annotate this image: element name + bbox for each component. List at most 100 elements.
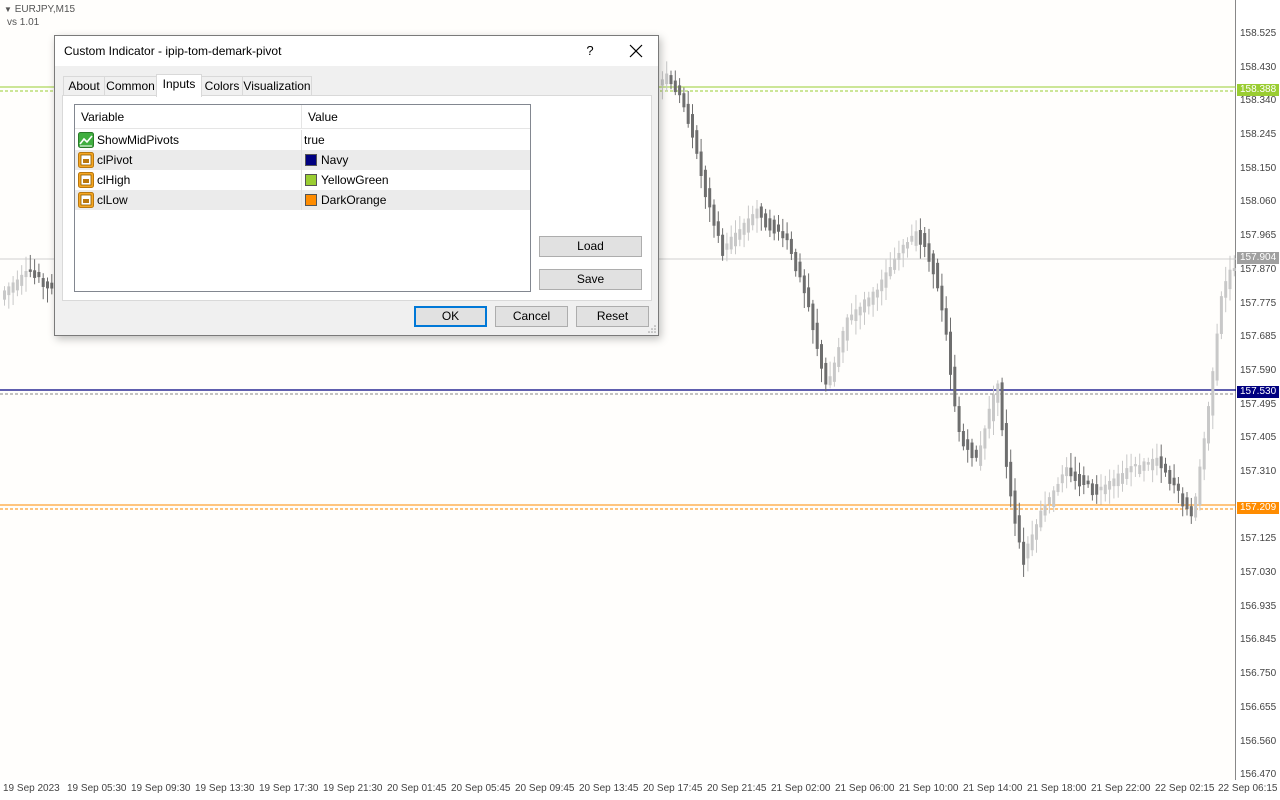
candle-body xyxy=(28,269,32,272)
price-tick-label: 158.245 xyxy=(1240,129,1277,140)
candle-body xyxy=(1133,464,1137,467)
candle-body xyxy=(20,274,24,286)
candle-body xyxy=(785,233,789,241)
candle-body xyxy=(33,270,37,278)
time-tick-label: 22 Sep 02:15 xyxy=(1155,783,1215,794)
candle-body xyxy=(918,229,922,245)
time-tick-label: 21 Sep 18:00 xyxy=(1027,783,1087,794)
price-level-tag: 158.388 xyxy=(1237,84,1279,96)
grid-row-clhigh[interactable]: clHigh YellowGreen xyxy=(75,170,530,190)
candle-body xyxy=(884,272,888,288)
candle-body xyxy=(1090,483,1094,496)
variable-value[interactable]: YellowGreen xyxy=(321,170,389,190)
candle-body xyxy=(686,103,690,124)
cancel-button[interactable]: Cancel xyxy=(495,306,568,327)
price-tick-label: 158.150 xyxy=(1240,163,1277,174)
candle-body xyxy=(1159,456,1163,469)
color-swatch[interactable] xyxy=(305,154,317,166)
candle-body xyxy=(1026,543,1030,559)
candle-body xyxy=(893,258,897,270)
price-tick-label: 157.405 xyxy=(1240,432,1277,443)
time-tick-label: 20 Sep 01:45 xyxy=(387,783,447,794)
dropdown-triangle-icon[interactable]: ▼ xyxy=(4,5,12,14)
candle-body xyxy=(1168,470,1172,484)
candle-body xyxy=(992,394,995,422)
candle-body xyxy=(1082,475,1086,486)
time-tick-label: 20 Sep 05:45 xyxy=(451,783,511,794)
resize-grip-icon[interactable] xyxy=(648,325,656,333)
price-tick-label: 157.870 xyxy=(1240,264,1277,275)
candle-body xyxy=(1103,484,1107,495)
candle-body xyxy=(1138,465,1142,475)
candle-body xyxy=(1035,524,1038,540)
candle-body xyxy=(751,214,755,226)
close-button[interactable] xyxy=(621,38,651,64)
price-tick-label: 156.655 xyxy=(1240,702,1277,713)
candle-body xyxy=(863,299,866,313)
candle-body xyxy=(1060,474,1064,484)
candle-body xyxy=(936,262,940,289)
price-tick-label: 157.685 xyxy=(1240,331,1277,342)
price-tick-label: 157.125 xyxy=(1240,533,1277,544)
time-tick-label: 21 Sep 14:00 xyxy=(963,783,1023,794)
candle-body xyxy=(957,406,961,432)
time-tick-label: 19 Sep 13:30 xyxy=(195,783,255,794)
candle-body xyxy=(910,235,914,242)
variable-value[interactable]: true xyxy=(304,130,325,150)
candle-body xyxy=(712,204,716,226)
time-tick-label: 21 Sep 22:00 xyxy=(1091,783,1151,794)
candle-body xyxy=(1065,467,1069,477)
candle-body xyxy=(1047,497,1051,505)
candle-body xyxy=(721,234,725,256)
color-swatch[interactable] xyxy=(305,174,317,186)
candle-body xyxy=(974,449,978,458)
inputs-grid[interactable]: Variable Value ShowMidPivots true clPivo… xyxy=(74,104,531,292)
symbol-label-text: EURJPY,M15 xyxy=(14,4,76,15)
time-axis[interactable]: 19 Sep 2023 19 Sep 05:30 19 Sep 09:30 19 Se… xyxy=(0,780,1280,800)
time-tick-label: 22 Sep 06:15 xyxy=(1218,783,1278,794)
candle-body xyxy=(1224,281,1228,298)
variable-value[interactable]: DarkOrange xyxy=(321,190,386,210)
time-tick-label: 19 Sep 21:30 xyxy=(323,783,383,794)
variable-value[interactable]: Navy xyxy=(321,150,348,170)
price-tick-label: 158.525 xyxy=(1240,28,1277,39)
dialog-titlebar[interactable]: Custom Indicator - ipip-tom-demark-pivot… xyxy=(55,36,658,66)
tab-colors[interactable]: Colors xyxy=(201,76,243,96)
header-variable[interactable]: Variable xyxy=(75,105,301,129)
variable-name: clLow xyxy=(97,193,128,207)
candle-body xyxy=(1155,457,1159,466)
grid-row-showmidpivots[interactable]: ShowMidPivots true xyxy=(75,130,530,150)
grid-row-cllow[interactable]: clLow DarkOrange xyxy=(75,190,530,210)
candle-body xyxy=(746,218,750,233)
price-tick-label: 156.560 xyxy=(1240,736,1277,747)
header-value[interactable]: Value xyxy=(302,105,530,129)
price-level-tag: 157.209 xyxy=(1237,502,1279,514)
price-axis[interactable]: 158.525 158.430 158.340 158.245 158.150 158.0… xyxy=(1236,0,1280,780)
candle-body xyxy=(841,330,845,353)
version-label: vs 1.01 xyxy=(7,17,40,28)
tab-visualization[interactable]: Visualization xyxy=(242,76,312,96)
tab-about[interactable]: About xyxy=(63,76,105,96)
color-swatch[interactable] xyxy=(305,194,317,206)
tab-inputs[interactable]: Inputs xyxy=(156,74,202,97)
candle-body xyxy=(802,275,806,294)
price-tick-label: 156.845 xyxy=(1240,634,1277,645)
price-tick-label: 157.310 xyxy=(1240,466,1277,477)
reset-button[interactable]: Reset xyxy=(576,306,649,327)
ok-button[interactable]: OK xyxy=(414,306,487,327)
column-divider xyxy=(301,150,302,170)
candle-body xyxy=(798,261,802,278)
load-button[interactable]: Load xyxy=(539,236,642,257)
price-tick-label: 156.935 xyxy=(1240,601,1277,612)
candle-body xyxy=(807,287,811,308)
help-button[interactable]: ? xyxy=(579,40,601,62)
time-tick-label: 19 Sep 2023 xyxy=(3,783,60,794)
candle-body xyxy=(764,213,768,228)
save-button[interactable]: Save xyxy=(539,269,642,290)
tab-common[interactable]: Common xyxy=(104,76,157,96)
inputs-panel: Variable Value ShowMidPivots true clPivo… xyxy=(62,95,652,301)
candle-body xyxy=(1219,296,1223,334)
candle-body xyxy=(678,85,682,96)
candle-body xyxy=(1142,461,1146,471)
grid-row-clpivot[interactable]: clPivot Navy xyxy=(75,150,530,170)
